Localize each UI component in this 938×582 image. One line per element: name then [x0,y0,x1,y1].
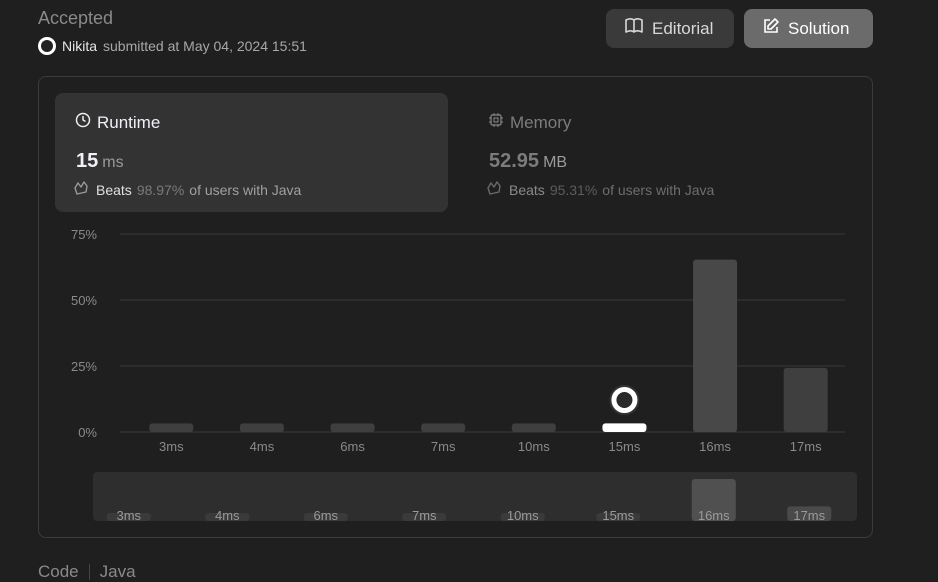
x-tick-label: 3ms [159,439,184,454]
code-header: Code Java [38,562,136,582]
x-tick-label: 16ms [699,439,731,454]
x-tick-label: 6ms [340,439,365,454]
bar [783,367,828,432]
navigator-label: 3ms [116,508,141,523]
navigator-label: 10ms [507,508,539,523]
bar [693,259,738,432]
y-tick-label: 25% [71,359,97,374]
x-tick-label: 7ms [431,439,456,454]
navigator-label: 7ms [412,508,437,523]
y-tick-label: 50% [71,293,97,308]
navigator-label: 4ms [215,508,240,523]
x-tick-label: 15ms [609,439,641,454]
avatar-face [616,392,633,408]
y-tick-label: 75% [71,227,97,242]
bar [602,423,647,432]
x-tick-label: 17ms [790,439,822,454]
runtime-distribution-chart: 0% 25% 50% 75% 3ms 4ms 6ms 7ms 10ms 15ms 16ms 17ms 3… [71,227,857,523]
navigator-label: 6ms [313,508,338,523]
navigator-label: 15ms [602,508,634,523]
bar [330,423,375,432]
divider [88,564,90,580]
navigator-label: 16ms [698,508,730,523]
bar [511,423,556,432]
navigator-label: 17ms [793,508,825,523]
x-tick-label: 4ms [250,439,275,454]
bar [421,423,466,432]
code-language[interactable]: Java [100,562,136,582]
bar [149,423,194,432]
y-tick-label: 0% [78,425,97,440]
bar [239,423,284,432]
x-tick-label: 10ms [518,439,550,454]
code-label: Code [38,562,79,581]
